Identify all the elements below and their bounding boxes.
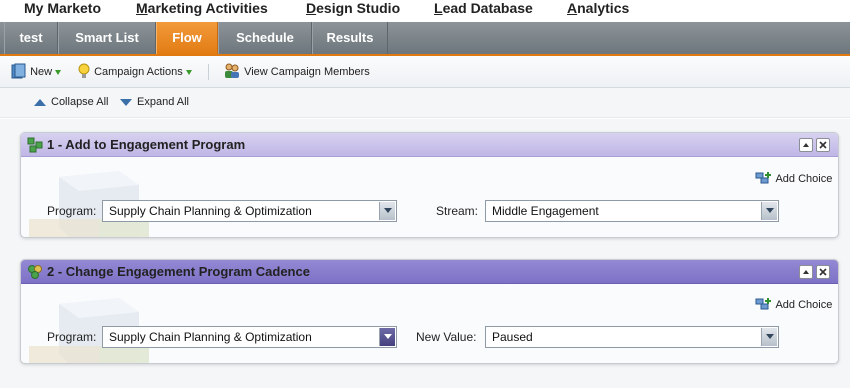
tab-results[interactable]: Results xyxy=(312,22,388,54)
flow-step-1-add-choice-button[interactable]: Add Choice xyxy=(755,171,832,185)
collapse-all-button[interactable]: Collapse All xyxy=(34,96,108,108)
campaign-tab-bar: test Smart List Flow Schedule Results xyxy=(0,22,850,56)
top-navigation: My Marketo Marketing Activities Design S… xyxy=(0,0,850,22)
collapse-icon xyxy=(34,98,46,106)
tab-test[interactable]: test xyxy=(4,22,58,54)
add-choice-icon xyxy=(755,172,771,184)
toolbar: New Campaign Actions View Campaign Membe… xyxy=(0,56,850,88)
flow-step-1-close-button[interactable] xyxy=(816,138,830,152)
flow-step-1-program-value: Supply Chain Planning & Optimization xyxy=(109,204,312,218)
view-campaign-members-label: View Campaign Members xyxy=(244,66,370,78)
flow-step-1-program-label: Program: xyxy=(47,204,97,218)
new-label: New xyxy=(30,66,53,78)
flow-step-2-add-choice-label: Add Choice xyxy=(775,299,833,311)
new-dropdown-arrow-icon xyxy=(55,69,62,75)
close-icon xyxy=(819,141,827,149)
nav-lead-database-accesskey: L xyxy=(434,0,443,16)
flow-step-icon xyxy=(28,265,42,279)
flow-step-2-program-value: Supply Chain Planning & Optimization xyxy=(109,330,312,344)
flow-step-2-title: 2 - Change Engagement Program Cadence xyxy=(47,264,310,279)
flow-step-1-stream-select[interactable]: Middle Engagement xyxy=(485,200,779,222)
dropdown-arrow-icon xyxy=(761,328,777,346)
collapse-expand-bar: Collapse All Expand All xyxy=(0,88,850,118)
expand-all-label: Expand All xyxy=(137,96,189,108)
dropdown-arrow-icon xyxy=(761,202,777,220)
campaign-actions-label: Campaign Actions xyxy=(94,66,183,78)
nav-marketing-activities-label: arketing Activities xyxy=(147,0,268,16)
add-choice-icon xyxy=(755,298,771,310)
flow-step-2-close-button[interactable] xyxy=(816,265,830,279)
flow-step-1-minimize-button[interactable] xyxy=(799,138,813,152)
people-icon xyxy=(225,63,239,78)
flow-step-1-header[interactable]: 1 - Add to Engagement Program xyxy=(21,133,838,157)
tab-smart-list[interactable]: Smart List xyxy=(58,22,156,54)
campaign-actions-dropdown-arrow-icon xyxy=(185,69,192,75)
nav-design-studio[interactable]: Design Studio xyxy=(306,0,400,18)
new-button[interactable]: New xyxy=(11,63,62,81)
flow-step-1-add-choice-label: Add Choice xyxy=(775,173,833,185)
flow-step-2-new-value-select[interactable]: Paused xyxy=(485,326,779,348)
toolbar-divider xyxy=(208,64,209,80)
dropdown-arrow-icon xyxy=(379,328,395,346)
minimize-icon xyxy=(803,270,809,274)
tab-schedule[interactable]: Schedule xyxy=(218,22,312,54)
flow-step-1: 1 - Add to Engagement Program Add Choice… xyxy=(20,132,839,238)
flow-step-2-program-label: Program: xyxy=(47,330,97,344)
expand-all-button[interactable]: Expand All xyxy=(120,96,189,108)
expand-icon xyxy=(120,98,132,106)
flow-step-2-minimize-button[interactable] xyxy=(799,265,813,279)
flow-step-1-program-select[interactable]: Supply Chain Planning & Optimization xyxy=(102,200,397,222)
flow-step-2: 2 - Change Engagement Program Cadence Ad… xyxy=(20,259,839,364)
dropdown-arrow-icon xyxy=(379,202,395,220)
nav-analytics[interactable]: Analytics xyxy=(567,0,629,18)
view-campaign-members-button[interactable]: View Campaign Members xyxy=(223,63,370,81)
flow-step-1-stream-value: Middle Engagement xyxy=(492,204,599,218)
flow-step-2-header[interactable]: 2 - Change Engagement Program Cadence xyxy=(21,260,838,284)
lightbulb-icon xyxy=(78,63,90,78)
minimize-icon xyxy=(803,143,809,147)
collapse-all-label: Collapse All xyxy=(51,96,109,108)
nav-my-marketo[interactable]: My Marketo xyxy=(24,0,101,18)
flow-step-1-title: 1 - Add to Engagement Program xyxy=(47,137,246,152)
flow-step-2-program-select[interactable]: Supply Chain Planning & Optimization xyxy=(102,326,397,348)
campaign-actions-button[interactable]: Campaign Actions xyxy=(77,63,192,81)
flow-step-1-stream-label: Stream: xyxy=(436,204,479,218)
nav-lead-database-label: ead Database xyxy=(442,0,533,16)
close-icon xyxy=(819,268,827,276)
nav-marketing-activities-accesskey: M xyxy=(136,0,148,16)
flow-step-2-new-value-value: Paused xyxy=(492,330,533,344)
flow-step-icon xyxy=(27,137,43,153)
nav-analytics-label: nalytics xyxy=(577,0,630,16)
nav-marketing-activities[interactable]: Marketing Activities xyxy=(136,0,268,18)
nav-design-studio-accesskey: D xyxy=(306,0,317,16)
flow-step-2-new-value-label: New Value: xyxy=(416,330,477,344)
nav-design-studio-label: esign Studio xyxy=(316,0,401,16)
nav-analytics-accesskey: A xyxy=(567,0,578,16)
tab-flow[interactable]: Flow xyxy=(156,22,218,54)
nav-lead-database[interactable]: Lead Database xyxy=(434,0,533,18)
flow-step-2-add-choice-button[interactable]: Add Choice xyxy=(755,297,832,311)
new-icon xyxy=(11,63,26,79)
